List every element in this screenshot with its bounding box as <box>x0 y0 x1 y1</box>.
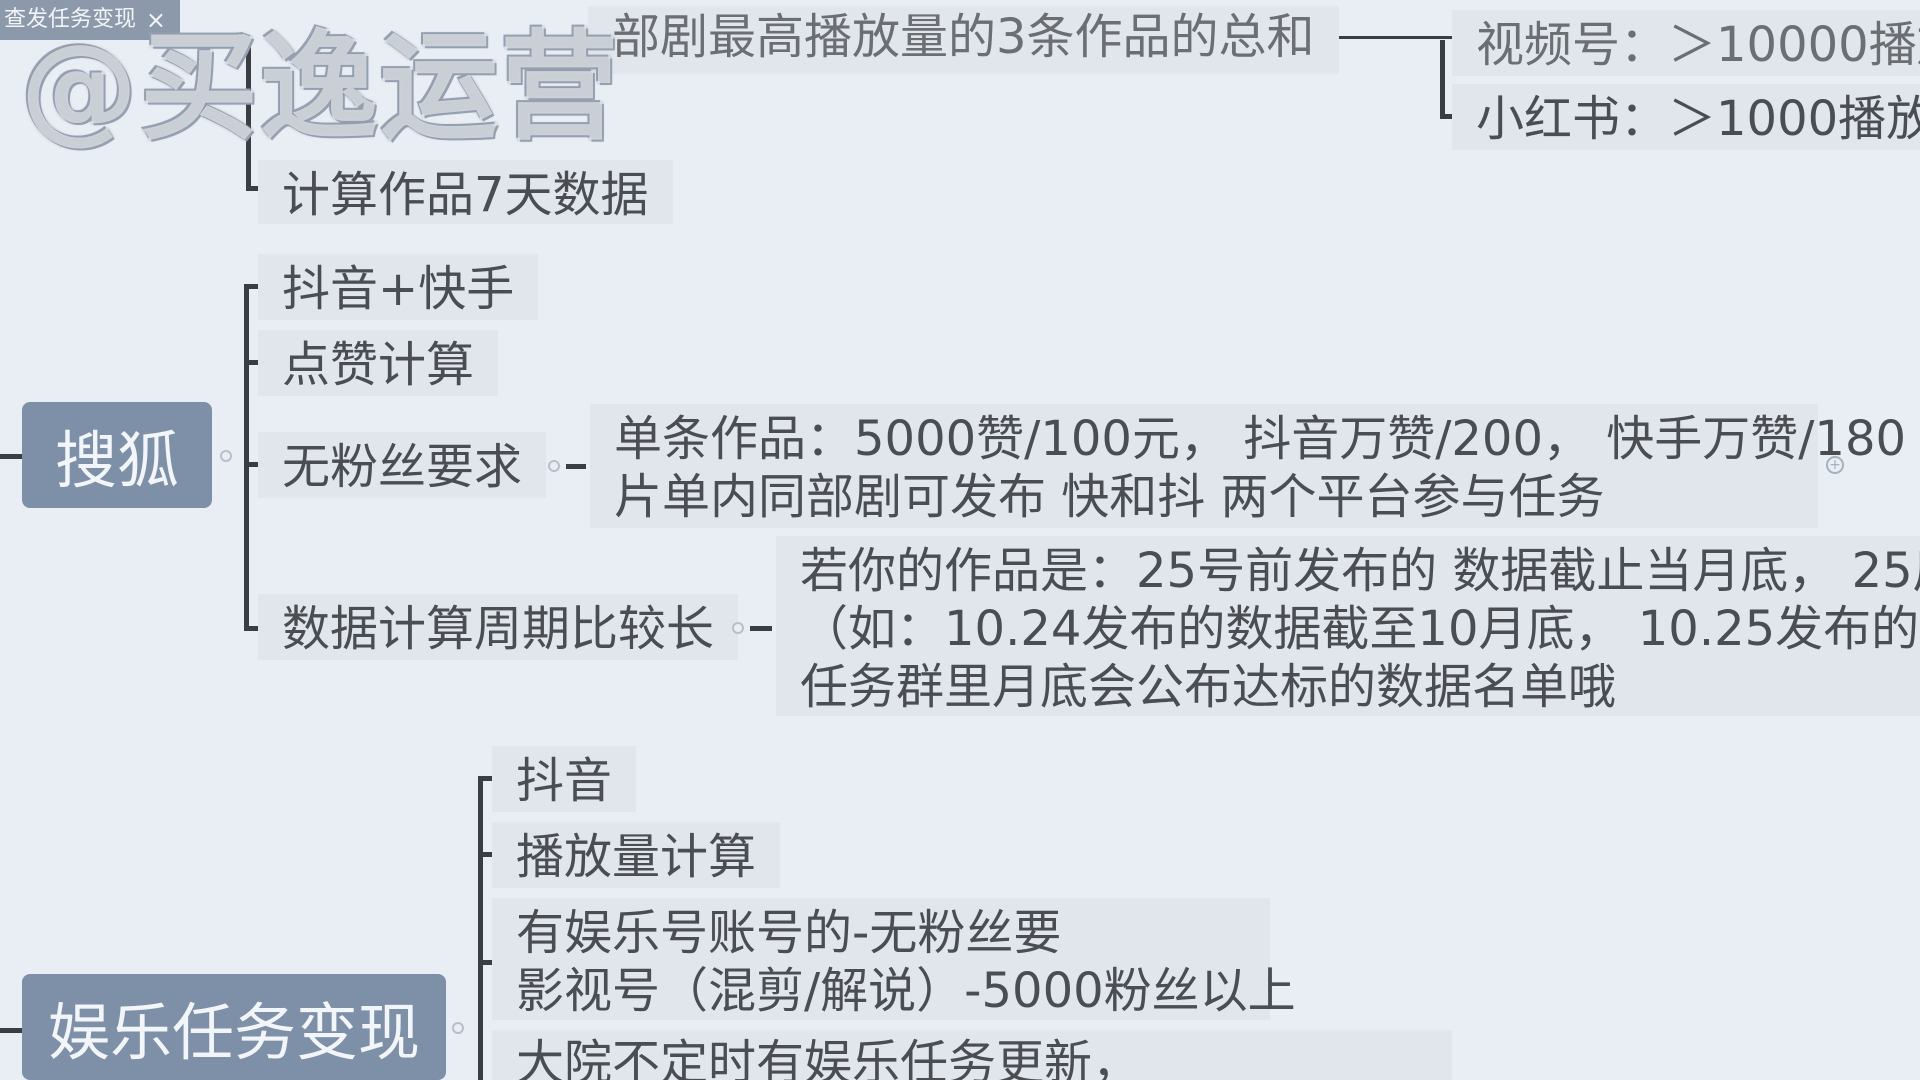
node-cut-off-top[interactable]: 部剧最高播放量的3条作品的总和 <box>588 6 1339 74</box>
collapse-dot[interactable] <box>220 450 232 462</box>
node-video-channel[interactable]: 视频号：＞10000播放 <box>1452 10 1920 76</box>
connector <box>750 626 772 631</box>
watermark: @买逸运营 <box>20 18 621 156</box>
node-xiaohongshu[interactable]: 小红书：＞1000播放量 <box>1452 84 1920 150</box>
connector <box>478 960 492 965</box>
collapse-dot[interactable] <box>732 622 744 634</box>
node-calc-7-days[interactable]: 计算作品7天数据 <box>258 160 673 224</box>
node-play-count-calc[interactable]: 播放量计算 <box>492 822 781 888</box>
connector <box>478 852 492 857</box>
node-task-updates[interactable]: 大院不定时有娱乐任务更新， <box>492 1030 1452 1080</box>
connector <box>244 284 249 630</box>
node-data-period-long[interactable]: 数据计算周期比较长 <box>258 594 739 660</box>
main-node-sohu[interactable]: 搜狐 <box>22 402 212 508</box>
connector <box>478 776 483 1080</box>
collapse-dot[interactable] <box>548 460 560 472</box>
connector <box>244 360 258 365</box>
collapse-dot[interactable] <box>452 1022 464 1034</box>
main-node-entertainment[interactable]: 娱乐任务变现 <box>22 974 446 1080</box>
connector <box>1440 40 1445 118</box>
connector <box>0 454 24 459</box>
connector <box>478 776 492 781</box>
connector <box>244 284 258 289</box>
connector <box>0 1028 24 1033</box>
node-douyin[interactable]: 抖音 <box>492 746 637 812</box>
node-like-calc[interactable]: 点赞计算 <box>258 330 499 396</box>
connector <box>566 464 586 469</box>
node-reward-rules[interactable]: 单条作品：5000赞/100元， 抖音万赞/200， 快手万赞/180 片单内同… <box>590 404 1906 528</box>
expand-icon[interactable]: + <box>1826 456 1844 474</box>
connector <box>244 462 258 467</box>
node-no-fans-required[interactable]: 无粉丝要求 <box>258 432 547 498</box>
connector <box>244 626 258 631</box>
node-data-period-detail[interactable]: 若你的作品是：25号前发布的 数据截止当月底， 25后 发 （如：10.24发布… <box>776 536 1920 716</box>
node-douyin-kuaishou[interactable]: 抖音+快手 <box>258 254 539 320</box>
node-account-requirements[interactable]: 有娱乐号账号的-无粉丝要 影视号（混剪/解说）-5000粉丝以上 <box>492 898 1296 1020</box>
